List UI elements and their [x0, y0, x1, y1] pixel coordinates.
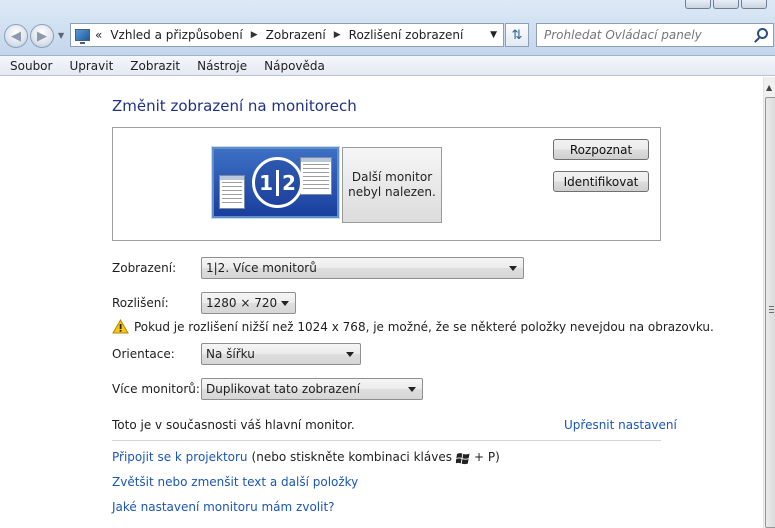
windows-logo-icon [455, 452, 470, 464]
display-select-value: 1|2. Více monitorů [206, 261, 317, 275]
resolution-select-value: 1280 × 720 [206, 296, 278, 310]
page-title: Změnit zobrazení na monitorech [112, 97, 357, 115]
orientation-label: Orientace: [112, 347, 175, 361]
monitor-2-tile[interactable]: Další monitor nebyl nalezen. [342, 147, 442, 223]
dropdown-arrow-icon [281, 301, 289, 306]
detect-button[interactable]: Rozpoznat [553, 139, 649, 160]
menu-tools[interactable]: Nástroje [187, 59, 254, 73]
breadcrumb-appearance[interactable]: Vzhled a přizpůsobení [110, 28, 242, 42]
dropdown-arrow-icon [408, 387, 416, 392]
search-placeholder: Prohledat Ovládací panely [544, 28, 702, 42]
arrow-left-icon: ◀ [11, 28, 21, 44]
main-monitor-note: Toto je v současnosti váš hlavní monitor… [112, 418, 355, 432]
monitor-2-message-line2: nebyl nalezen. [348, 185, 436, 199]
dropdown-arrow-icon [509, 266, 517, 271]
scroll-up-arrow-icon[interactable]: ▲ [766, 83, 772, 92]
multiple-monitors-select-value: Duplikovat tato zobrazení [206, 382, 361, 396]
projector-hint-key: + P) [473, 450, 500, 464]
search-icon[interactable] [757, 28, 768, 39]
vertical-scrollbar[interactable]: ▲ [763, 77, 775, 528]
forward-button[interactable]: ▶ [30, 24, 54, 48]
projector-hint-text: (nebo stiskněte kombinaci kláves [251, 450, 452, 464]
monitor-arrangement-panel: 1 2 Další monitor nebyl nalezen. Rozpozn… [112, 127, 661, 241]
scroll-thumb[interactable] [765, 97, 775, 528]
back-button[interactable]: ◀ [4, 24, 28, 48]
monitor-number-badge: 1 2 [252, 157, 303, 208]
breadcrumb-overflow[interactable]: « [95, 28, 102, 42]
search-input[interactable]: Prohledat Ovládací panely [536, 23, 774, 47]
warning-icon [112, 319, 129, 334]
monitor-number-2: 2 [282, 170, 296, 195]
maximize-button[interactable] [713, 0, 739, 9]
display-select[interactable]: 1|2. Více monitorů [201, 257, 524, 279]
connect-projector-link[interactable]: Připojit se k projektoru [112, 450, 248, 464]
display-label: Zobrazení: [112, 261, 177, 275]
which-settings-link[interactable]: Jaké nastavení monitoru mám zvolit? [112, 500, 335, 514]
resolution-label: Rozlišení: [112, 296, 169, 310]
menu-file[interactable]: Soubor [0, 59, 59, 73]
title-bar: ◀ ▶ ▼ « Vzhled a přizpůsobení ▶ Zobrazen… [0, 0, 775, 56]
address-bar[interactable]: « Vzhled a přizpůsobení ▶ Zobrazení ▶ Ro… [70, 23, 504, 47]
breadcrumb-resolution[interactable]: Rozlišení zobrazení [349, 28, 464, 42]
desktop-window-thumbnail [300, 157, 332, 195]
arrow-right-icon: ▶ [37, 28, 47, 44]
desktop-window-thumbnail [219, 175, 245, 209]
chevron-down-icon[interactable]: ▼ [490, 30, 497, 40]
text-size-link[interactable]: Zvětšit nebo zmenšit text a další položk… [112, 475, 358, 489]
multiple-monitors-select[interactable]: Duplikovat tato zobrazení [201, 378, 423, 400]
close-button[interactable] [741, 0, 767, 9]
resolution-warning-text: Pokud je rozlišení nižší než 1024 x 768,… [134, 320, 714, 334]
monitor-2-message-line1: Další monitor [351, 170, 433, 184]
identify-button[interactable]: Identifikovat [553, 171, 649, 192]
orientation-select-value: Na šířku [206, 347, 255, 361]
dropdown-arrow-icon [346, 352, 354, 357]
refresh-button[interactable]: ⇅ [505, 23, 529, 47]
window-controls [683, 0, 767, 9]
monitor-1-tile[interactable]: 1 2 [212, 147, 339, 218]
orientation-select[interactable]: Na šířku [201, 343, 361, 365]
resolution-select[interactable]: 1280 × 720 [201, 292, 296, 314]
chevron-right-icon[interactable]: ▶ [334, 30, 341, 40]
advanced-settings-link[interactable]: Upřesnit nastavení [564, 418, 677, 432]
breadcrumb-display[interactable]: Zobrazení [266, 28, 326, 42]
multiple-monitors-label: Více monitorů: [112, 382, 200, 396]
menu-bar: Soubor Upravit Zobrazit Nástroje Nápověd… [0, 56, 775, 76]
divider [112, 440, 661, 441]
monitor-number-1: 1 [259, 170, 273, 195]
menu-view[interactable]: Zobrazit [120, 59, 187, 73]
grip-icon [769, 306, 774, 313]
minimize-button[interactable] [685, 0, 711, 9]
recent-pages-dropdown[interactable]: ▼ [58, 31, 64, 40]
projector-line: Připojit se k projektoru (nebo stiskněte… [112, 450, 500, 464]
menu-help[interactable]: Nápověda [254, 59, 332, 73]
menu-edit[interactable]: Upravit [59, 59, 120, 73]
control-panel-icon [75, 29, 90, 44]
refresh-icon: ⇅ [511, 27, 523, 43]
chevron-right-icon[interactable]: ▶ [251, 30, 258, 40]
